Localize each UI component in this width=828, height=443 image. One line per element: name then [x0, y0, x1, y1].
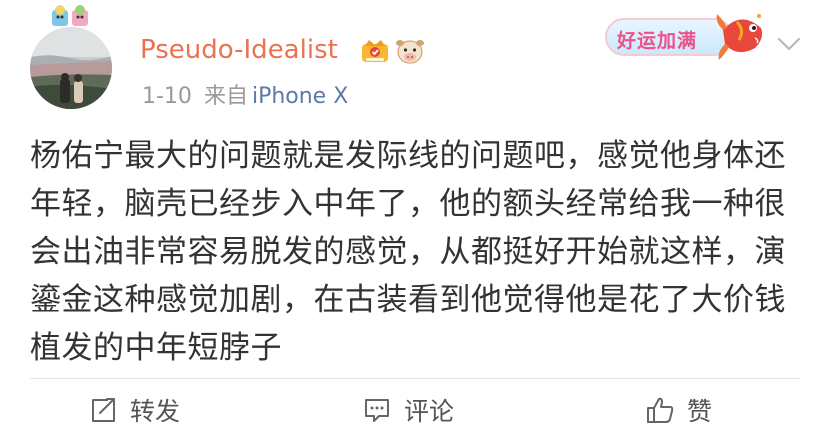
divider: [30, 378, 800, 379]
post-meta: 1-10 来自 iPhone X: [142, 82, 348, 112]
pet-cow-icon[interactable]: [395, 37, 425, 65]
thumbs-up-icon: [647, 397, 674, 423]
comment-label: 评论: [404, 397, 455, 426]
koi-fish-icon: [716, 14, 763, 60]
like-label: 赞: [687, 397, 713, 426]
comment-button[interactable]: 评论: [362, 390, 454, 430]
repost-button[interactable]: 转发: [88, 390, 180, 430]
source-prefix: 来自: [203, 84, 248, 109]
chevron-down-icon[interactable]: [776, 34, 802, 54]
source-device-link[interactable]: iPhone X: [252, 84, 348, 109]
avatar-decoration-icon: [52, 5, 88, 26]
luck-badge-text: 好运加满: [617, 30, 698, 52]
repost-icon: [92, 398, 115, 422]
avatar[interactable]: [30, 27, 112, 109]
post-time: 1-10: [142, 84, 192, 109]
post-content: 杨佑宁最大的问题就是发际线的问题吧，感觉他身体还年轻，脑壳已经步入中年了，他的额…: [30, 138, 786, 366]
username[interactable]: Pseudo-Idealist: [140, 30, 338, 70]
comment-icon: [365, 399, 389, 422]
avatar-image: [30, 27, 112, 109]
like-button[interactable]: 赞: [645, 390, 712, 430]
repost-label: 转发: [130, 397, 181, 426]
crown-vip-icon[interactable]: [360, 36, 390, 66]
luck-badge[interactable]: 好运加满: [605, 8, 765, 63]
